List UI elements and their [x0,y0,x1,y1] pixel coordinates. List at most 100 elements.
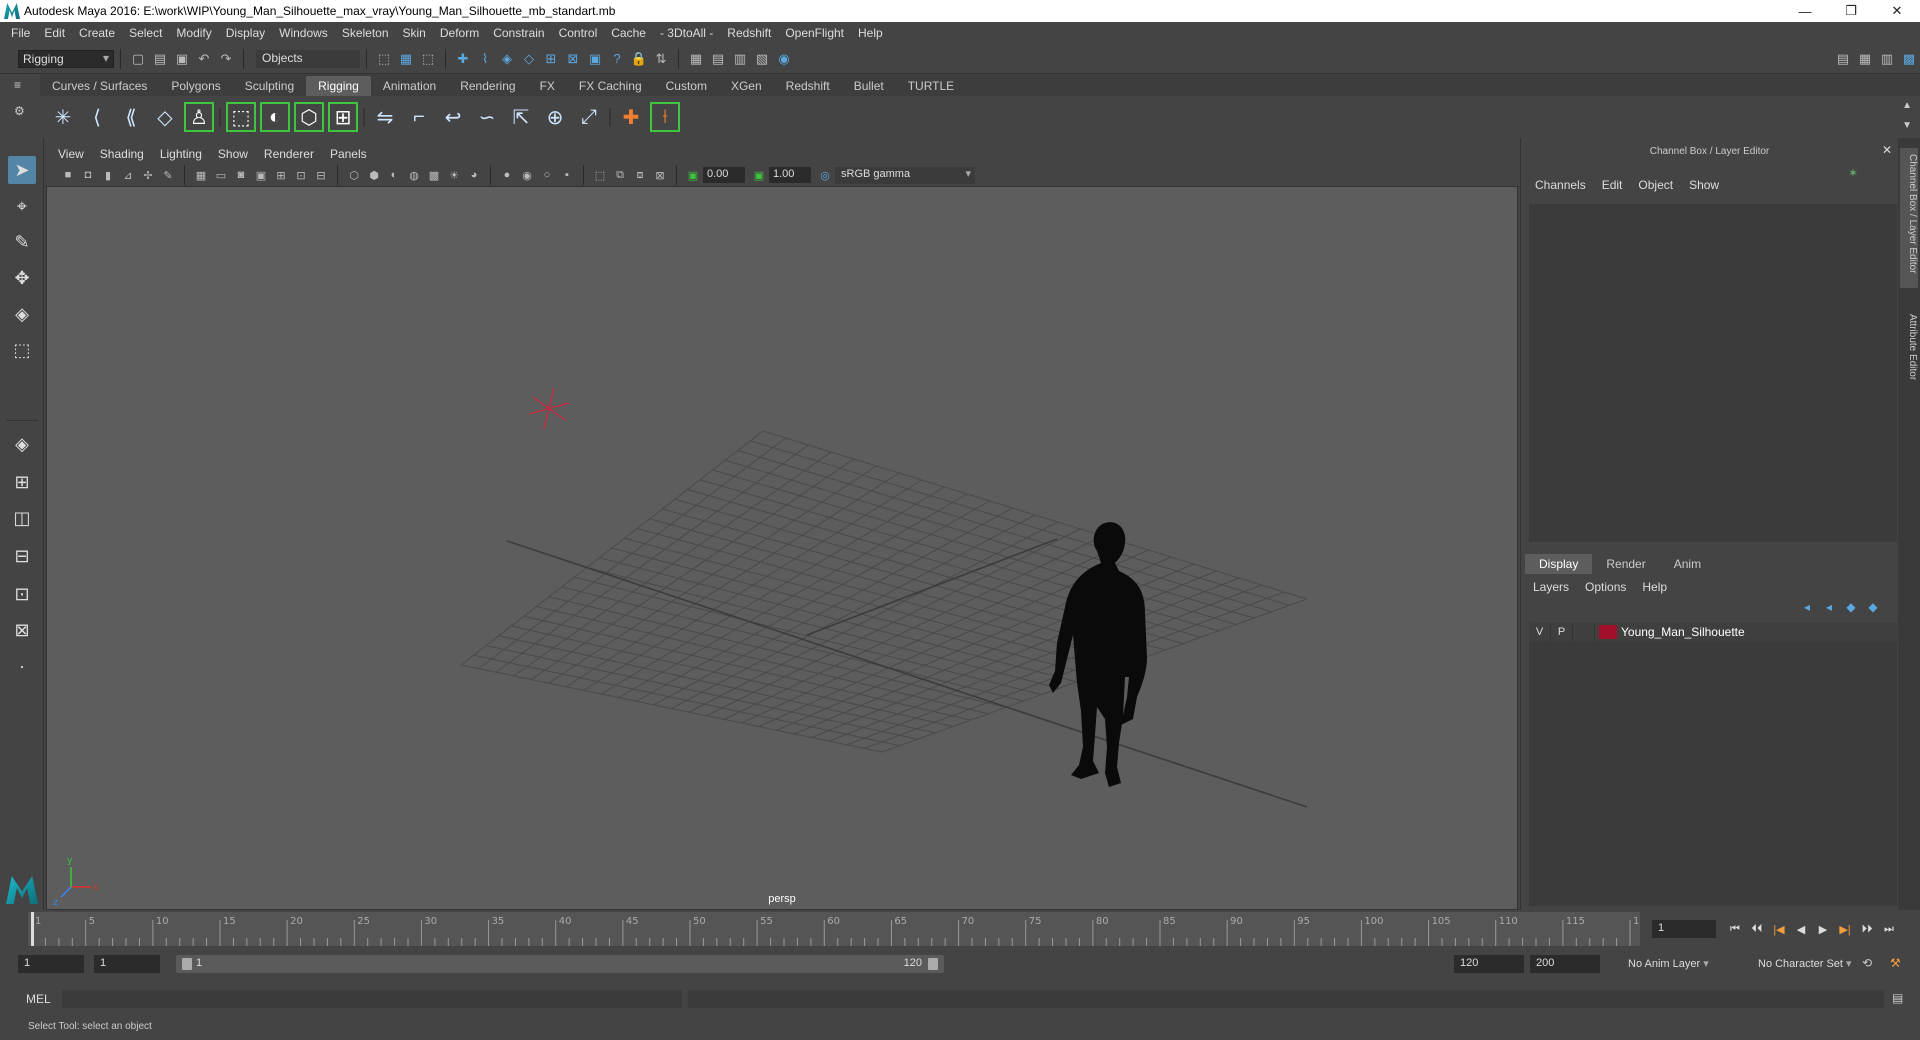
perspective-viewport[interactable]: x y z persp [46,186,1518,910]
object-menu[interactable]: Object [1630,178,1681,192]
xray-icon[interactable]: ⧉ [611,166,629,184]
input-output-icon[interactable]: ⇅ [651,49,671,69]
shelf-tab-rigging[interactable]: Rigging [306,76,371,96]
playback-start-field[interactable]: 1 [94,955,160,973]
shelf-tab-sculpting[interactable]: Sculpting [233,76,306,96]
wireframe-on-shaded-icon[interactable]: ◍ [405,166,423,184]
new-scene-icon[interactable]: ▢ [128,49,148,69]
pole-vector-constraint-icon[interactable]: ⊕ [540,102,570,132]
menu-help[interactable]: Help [851,26,890,40]
go-to-end-button[interactable]: ⏭ [1878,920,1900,938]
go-to-start-button[interactable]: ⏮ [1724,920,1746,938]
viewport-menu-shading[interactable]: Shading [92,147,152,161]
shelf-tab-curves-surfaces[interactable]: Curves / Surfaces [40,76,159,96]
options-menu[interactable]: Options [1577,580,1634,594]
ik-spline-icon[interactable]: ⟪ [116,102,146,132]
shelf-tab-polygons[interactable]: Polygons [159,76,232,96]
layer-name[interactable]: Young_Man_Silhouette [1621,625,1745,639]
selection-mask-selector[interactable]: Objects [256,49,360,68]
animation-start-field[interactable]: 1 [18,955,84,973]
channels-menu[interactable]: Channels [1527,178,1594,192]
snap-point-icon[interactable]: ◈ [497,49,517,69]
render-frame-icon[interactable]: ▦ [686,49,706,69]
layer-help-menu[interactable]: Help [1634,580,1675,594]
film-gate-icon[interactable]: ▭ [212,166,230,184]
play-backwards-button[interactable]: ◀ [1790,920,1812,938]
resolution-gate-icon[interactable]: ◙ [232,166,250,184]
layer-display-type-toggle[interactable] [1573,623,1595,641]
menu-deform[interactable]: Deform [433,26,486,40]
shelf-tab-rendering[interactable]: Rendering [448,76,527,96]
layer-visibility-toggle[interactable]: V [1529,623,1551,641]
menu-skin[interactable]: Skin [396,26,433,40]
viewport-menu-renderer[interactable]: Renderer [256,147,322,161]
play-forwards-button[interactable]: ▶ [1812,920,1834,938]
snap-view-plane-icon[interactable]: ◇ [519,49,539,69]
select-by-component-icon[interactable]: ⬚ [418,49,438,69]
time-slider-track[interactable]: 1 5 10 15 20 25 30 35 40 45 50 55 60 65 70 75 80 85 90 95 10… [28,912,1640,946]
snap-grid-icon[interactable]: ✚ [453,49,473,69]
parent-constraint-icon[interactable]: ∽ [472,102,502,132]
viewport-menu-show[interactable]: Show [210,147,256,161]
create-joints-icon[interactable]: ✳ [48,102,78,132]
move-tool-icon[interactable]: ✥ [8,264,36,292]
command-input[interactable] [62,990,682,1008]
open-scene-icon[interactable]: ▤ [150,49,170,69]
shelf-tab-fx[interactable]: FX [528,76,567,96]
shelf-tab-fx-caching[interactable]: FX Caching [567,76,654,96]
screen-space-ao-icon[interactable]: ● [498,166,516,184]
step-forward-frame-button[interactable]: ▶| [1834,920,1856,938]
scale-tool-icon[interactable]: ⬚ [8,336,36,364]
motion-blur-icon[interactable]: ◉ [518,166,536,184]
outliner-layout-icon[interactable]: ⊠ [8,616,36,644]
wireframe-icon[interactable]: ⬡ [345,166,363,184]
image-plane-icon[interactable]: ⊿ [119,166,137,184]
layers-menu[interactable]: Layers [1525,580,1577,594]
shelf-tab-xgen[interactable]: XGen [719,76,774,96]
shelf-scroll-down-icon[interactable]: ▼ [1902,120,1912,131]
four-view-layout-icon[interactable]: ⊞ [8,468,36,496]
shelf-tab-bullet[interactable]: Bullet [842,76,896,96]
field-chart-icon[interactable]: ⊞ [272,166,290,184]
2d-pan-zoom-icon[interactable]: ✢ [139,166,157,184]
layer-row[interactable]: V P Young_Man_Silhouette [1529,622,1897,642]
workspace-icon[interactable]: ▤ [1833,49,1853,69]
select-tool-icon[interactable]: ➤ [8,156,36,184]
xray-active-icon[interactable]: ⧈ [631,166,649,184]
show-tool-settings-icon[interactable]: ▥ [1877,49,1897,69]
menu-openflight[interactable]: OpenFlight [778,26,851,40]
color-management-icon[interactable]: ◎ [816,166,834,184]
undo-icon[interactable]: ↶ [194,49,214,69]
animation-end-field[interactable]: 200 [1530,955,1600,973]
select-camera-icon[interactable]: ■ [59,166,77,184]
depth-of-field-icon[interactable]: ▪ [558,166,576,184]
quick-rig-icon[interactable]: ♙ [184,102,214,132]
gamma-field[interactable]: 1.00 [769,167,811,183]
menu-constrain[interactable]: Constrain [486,26,551,40]
viewport-menu-view[interactable]: View [50,147,92,161]
command-language-label[interactable]: MEL [26,992,51,1006]
rotate-tool-icon[interactable]: ◈ [8,300,36,328]
viewport-menu-lighting[interactable]: Lighting [152,147,210,161]
hik-character-icon[interactable]: ⟊ [650,102,680,132]
default-material-icon[interactable]: ◐ [385,166,403,184]
shelf-tab-turtle[interactable]: TURTLE [896,76,966,96]
time-slider[interactable]: 1 5 10 15 20 25 30 35 40 45 50 55 60 65 70 75 80 85 90 95 10… [0,912,1920,946]
grease-pencil-icon[interactable]: ✎ [159,166,177,184]
cluster-icon[interactable]: ⊞ [328,102,358,132]
gamma-icon[interactable]: ▣ [750,166,768,184]
layer-color-swatch[interactable] [1599,625,1617,639]
use-all-lights-icon[interactable]: ☀ [445,166,463,184]
redo-icon[interactable]: ↷ [216,49,236,69]
symmetry-icon[interactable]: ? [607,49,627,69]
smooth-shade-icon[interactable]: ⬢ [365,166,383,184]
current-frame-marker[interactable] [31,912,34,946]
new-layer-selected-icon[interactable]: ◆ [1862,600,1884,614]
step-back-frame-button[interactable]: |◀ [1768,920,1790,938]
smooth-bind-icon[interactable]: ◐ [260,102,290,132]
character-set-selector[interactable]: No Character Set [1752,955,1876,973]
panel-close-icon[interactable]: ✕ [1882,143,1892,157]
scale-constraint-icon[interactable]: ⇱ [506,102,536,132]
shelf-settings-icon[interactable]: ⚙ [14,104,25,118]
view-transform-selector[interactable]: sRGB gamma [835,166,975,184]
